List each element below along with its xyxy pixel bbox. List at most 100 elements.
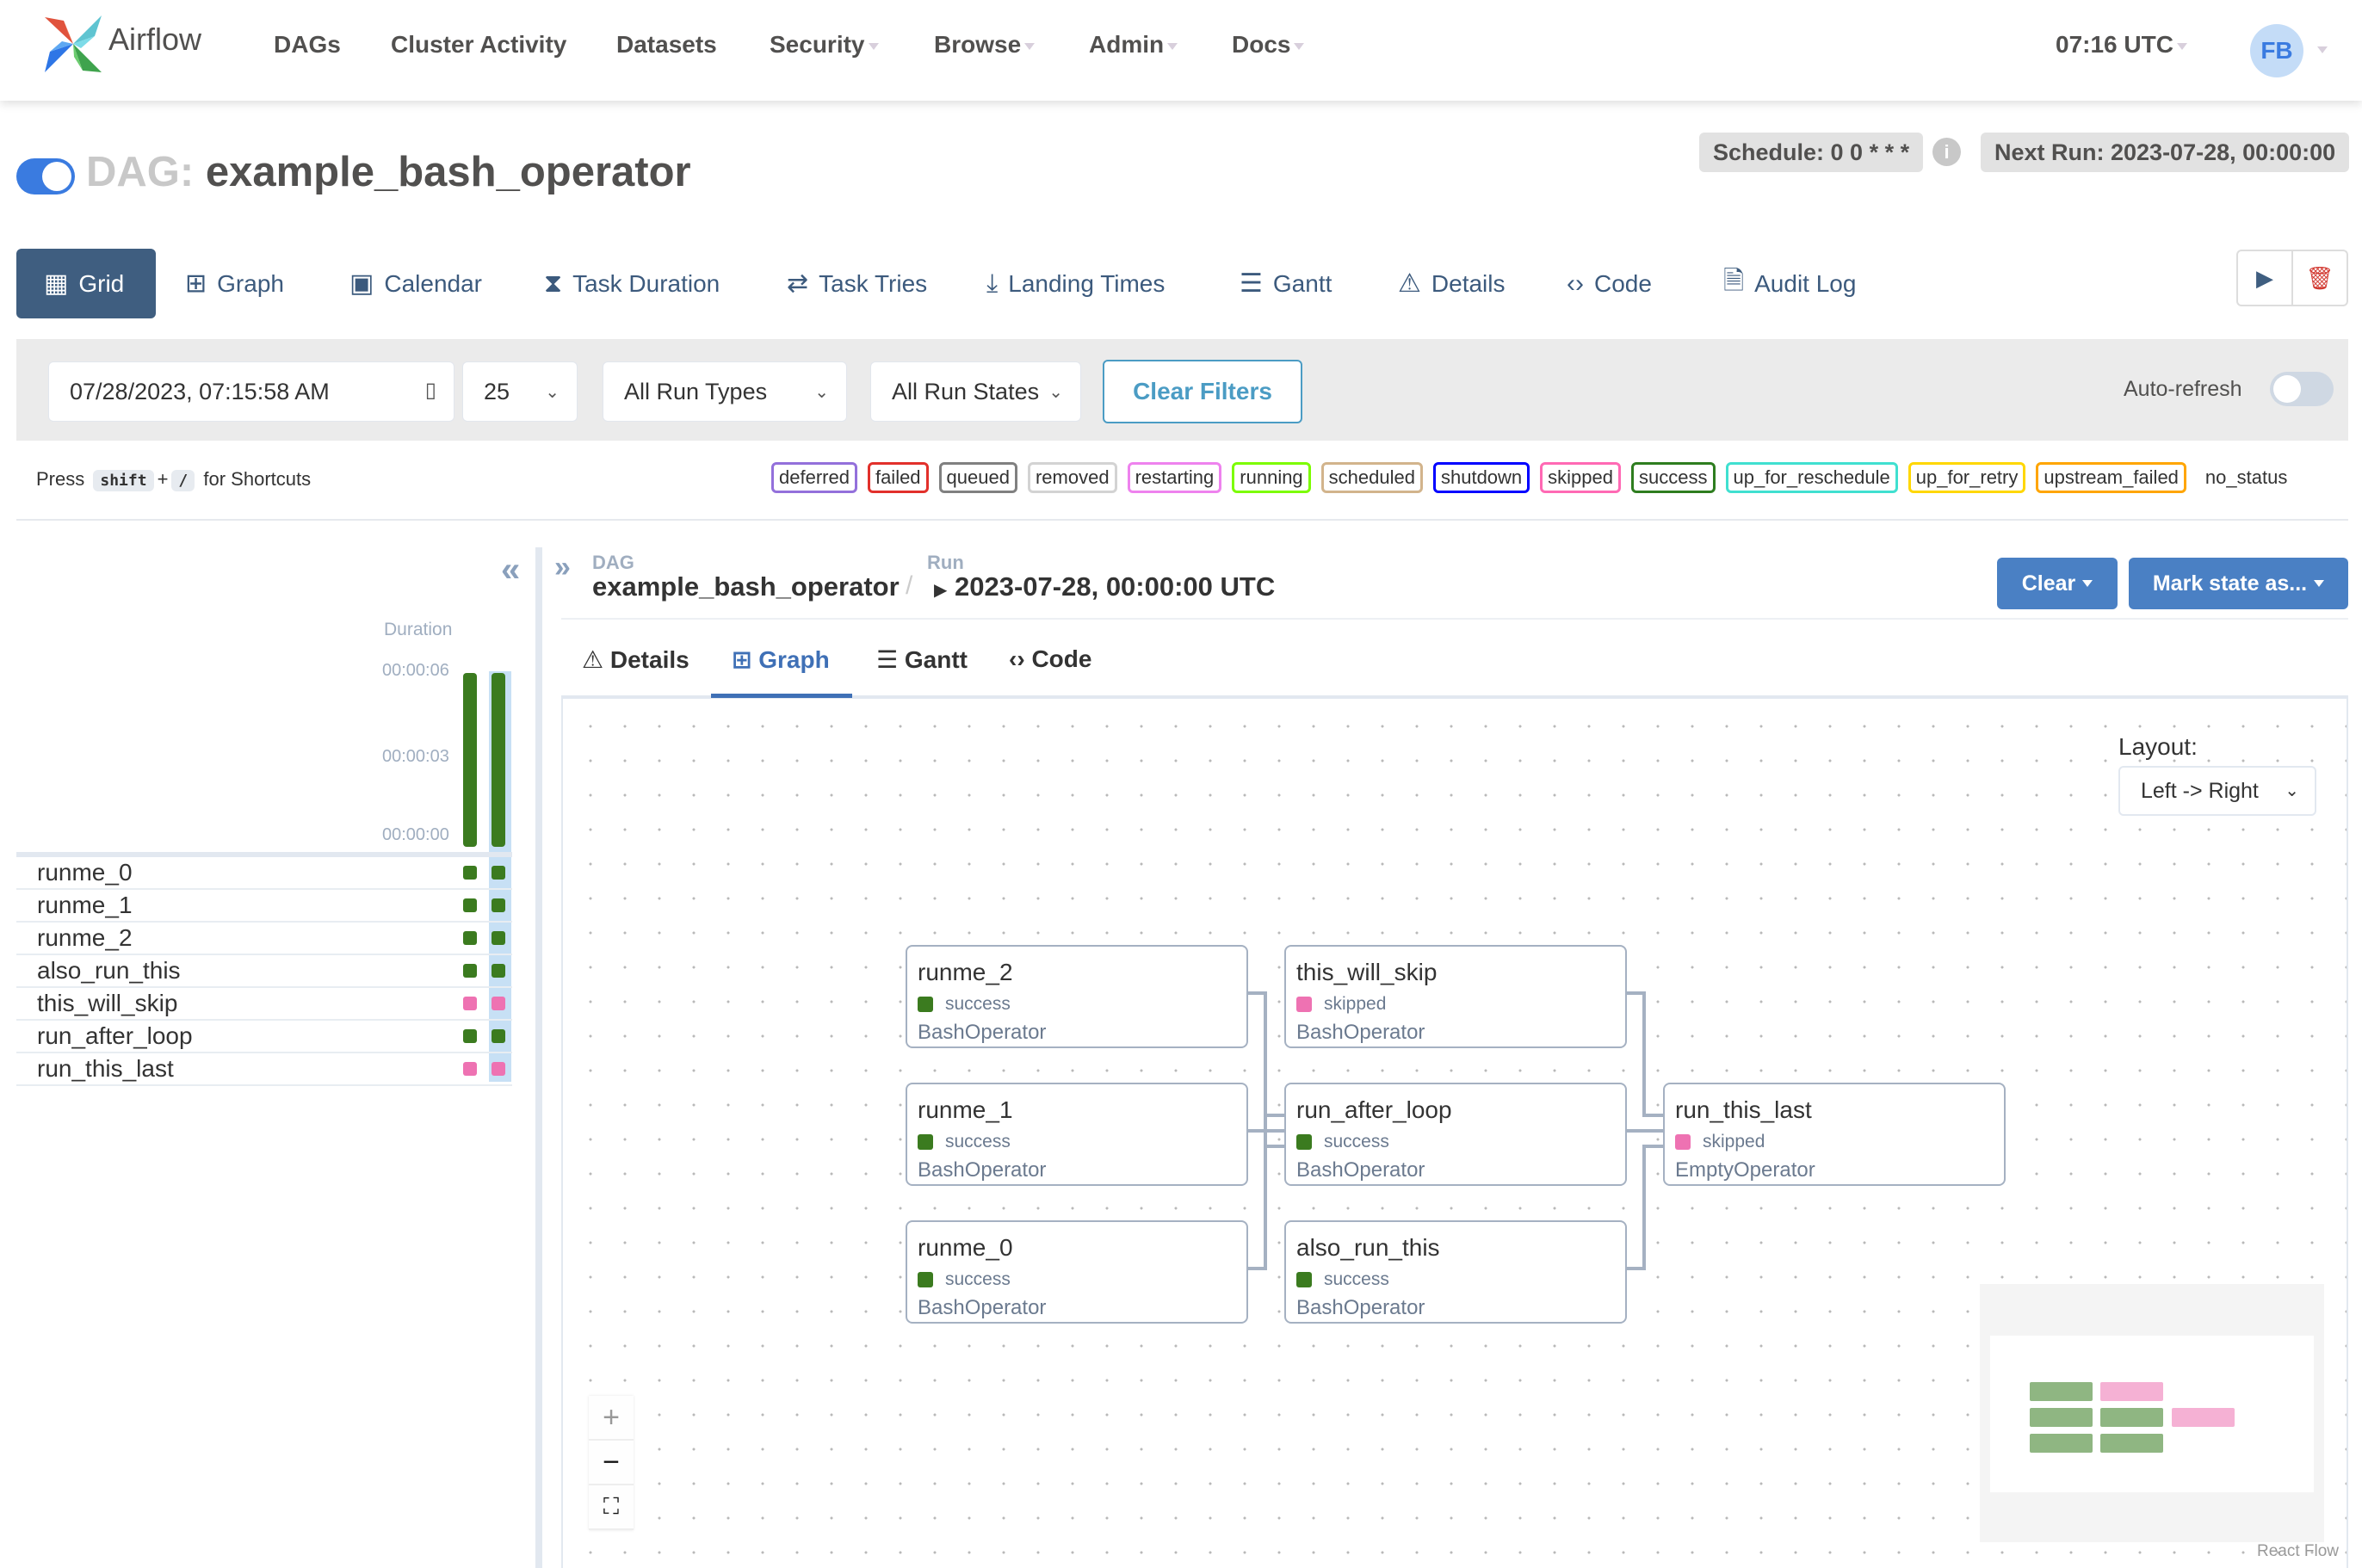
task-instance-square[interactable]	[492, 866, 505, 880]
state-pill-queued[interactable]: queued	[938, 462, 1017, 493]
num-runs-select[interactable]: 25 ⌄	[462, 361, 578, 422]
run-duration-bar[interactable]	[463, 673, 477, 847]
state-pill-upstream-failed[interactable]: upstream_failed	[2036, 462, 2186, 493]
collapse-grid-icon[interactable]: «	[501, 551, 520, 590]
node-task-id: runme_1	[918, 1096, 1013, 1123]
zoom-out-button[interactable]: −	[589, 1441, 634, 1485]
state-pill-scheduled[interactable]: scheduled	[1320, 462, 1423, 493]
mark-state-button[interactable]: Mark state as...	[2129, 558, 2348, 609]
subtab-details[interactable]: ⚠ Details	[582, 645, 689, 674]
task-row[interactable]: runme_1	[16, 890, 512, 923]
minimap[interactable]	[1980, 1284, 2324, 1542]
tab-task-tries[interactable]: ⇄ Task Tries	[776, 249, 937, 318]
calendar-icon[interactable]: ▯	[425, 378, 436, 403]
nav-docs[interactable]: Docs	[1232, 31, 1305, 59]
task-instance-square[interactable]	[492, 931, 505, 945]
user-avatar[interactable]: FB	[2250, 24, 2303, 77]
task-instance-square[interactable]	[492, 1062, 505, 1076]
trigger-dag-button[interactable]: ▶	[2238, 251, 2293, 305]
airflow-logo[interactable]: Airflow	[41, 12, 201, 76]
run-state-select[interactable]: All Run States ⌄	[870, 361, 1081, 422]
tab-gantt[interactable]: ☰ Gantt	[1229, 249, 1342, 318]
task-instance-square[interactable]	[492, 964, 505, 978]
task-instance-square[interactable]	[463, 997, 477, 1010]
task-instance-square[interactable]	[463, 898, 477, 912]
run-duration-bar[interactable]	[492, 673, 505, 847]
subtab-gantt[interactable]: ☰ Gantt	[876, 645, 968, 674]
tab-code[interactable]: ‹› Code	[1556, 249, 1662, 318]
state-pill-shutdown[interactable]: shutdown	[1432, 462, 1530, 493]
task-instance-square[interactable]	[492, 1029, 505, 1043]
graph-node[interactable]: runme_1 success BashOperator	[906, 1083, 1248, 1186]
zoom-in-button[interactable]: +	[589, 1396, 634, 1441]
state-pill-up-for-reschedule[interactable]: up_for_reschedule	[1725, 462, 1898, 493]
run-type-select[interactable]: All Run Types ⌄	[603, 361, 847, 422]
state-pill-running[interactable]: running	[1232, 462, 1311, 493]
state-pill-removed[interactable]: removed	[1027, 462, 1117, 493]
dag-id[interactable]: example_bash_operator	[206, 149, 691, 195]
task-row[interactable]: also_run_this	[16, 955, 512, 988]
state-pill-up-for-retry[interactable]: up_for_retry	[1908, 462, 2026, 493]
fit-view-button[interactable]: ⛶	[589, 1485, 634, 1530]
clear-button[interactable]: Clear	[1997, 558, 2118, 609]
task-row[interactable]: this_will_skip	[16, 988, 512, 1021]
delete-dag-button[interactable]: 🗑	[2293, 251, 2347, 305]
graph-node[interactable]: run_this_last skipped EmptyOperator	[1663, 1083, 2006, 1186]
user-menu-caret-icon[interactable]	[2317, 46, 2328, 53]
dag-pause-toggle[interactable]	[16, 158, 75, 194]
subtab-graph[interactable]: ⊞ Graph	[732, 645, 830, 674]
node-task-id: run_this_last	[1675, 1096, 1812, 1123]
tab-graph[interactable]: ⊞ Graph	[175, 249, 294, 318]
tab-calendar[interactable]: ▣ Calendar	[339, 249, 492, 318]
tab-landing-times[interactable]: ⤓ Landing Times	[976, 249, 1175, 318]
nav-dags[interactable]: DAGs	[274, 31, 341, 59]
task-instance-square[interactable]	[463, 931, 477, 945]
task-instance-square[interactable]	[463, 866, 477, 880]
breadcrumb-run[interactable]: ▶ 2023-07-28, 00:00:00 UTC	[934, 571, 1275, 602]
task-row[interactable]: run_this_last	[16, 1053, 512, 1086]
task-row[interactable]: run_after_loop	[16, 1021, 512, 1053]
auto-refresh-toggle[interactable]	[2270, 372, 2334, 406]
tab-audit-log[interactable]: 🗎 Audit Log	[1713, 249, 1866, 318]
task-instance-square[interactable]	[492, 997, 505, 1010]
nav-admin[interactable]: Admin	[1089, 31, 1178, 59]
nav-security[interactable]: Security	[770, 31, 879, 59]
tab-details[interactable]: ⚠ Details	[1388, 249, 1516, 318]
tab-task-duration[interactable]: ⧗ Task Duration	[534, 249, 730, 318]
task-row[interactable]: runme_0	[16, 857, 512, 890]
state-pill-deferred[interactable]: deferred	[771, 462, 857, 493]
state-pill-restarting[interactable]: restarting	[1127, 462, 1222, 493]
react-flow-attribution[interactable]: React Flow	[2257, 1542, 2339, 1561]
node-state: success	[945, 1132, 1011, 1151]
base-date-input[interactable]: 07/28/2023, 07:15:58 AM ▯	[48, 361, 454, 422]
nav-cluster-activity[interactable]: Cluster Activity	[391, 31, 566, 59]
info-icon[interactable]: i	[1932, 138, 1961, 166]
nav-browse[interactable]: Browse	[934, 31, 1036, 59]
timezone-menu[interactable]: 07:16 UTC	[2056, 31, 2187, 59]
expand-details-icon[interactable]: »	[554, 551, 571, 584]
nav-label: DAGs	[274, 31, 341, 58]
graph-node[interactable]: run_after_loop success BashOperator	[1284, 1083, 1627, 1186]
clear-filters-button[interactable]: Clear Filters	[1103, 360, 1302, 423]
task-instance-square[interactable]	[463, 1029, 477, 1043]
graph-canvas[interactable]: Layout: Left -> Right ⌄ runme_2 success Bas…	[561, 699, 2348, 1568]
graph-node[interactable]: also_run_this success BashOperator	[1284, 1220, 1627, 1324]
graph-edge	[1248, 1267, 1265, 1270]
task-row[interactable]: runme_2	[16, 923, 512, 955]
task-instance-square[interactable]	[463, 1062, 477, 1076]
task-instance-square[interactable]	[492, 898, 505, 912]
tab-grid[interactable]: ▦ Grid	[16, 249, 156, 318]
graph-node[interactable]: this_will_skip skipped BashOperator	[1284, 945, 1627, 1048]
task-instance-square[interactable]	[463, 964, 477, 978]
state-pill-skipped[interactable]: skipped	[1540, 462, 1622, 493]
subtab-code[interactable]: ‹› Code	[1009, 645, 1091, 673]
layout-select[interactable]: Left -> Right ⌄	[2118, 766, 2316, 816]
nav-datasets[interactable]: Datasets	[616, 31, 717, 59]
state-pill-no-status[interactable]: no_status	[2205, 466, 2287, 489]
graph-node[interactable]: runme_2 success BashOperator	[906, 945, 1248, 1048]
state-pill-failed[interactable]: failed	[867, 462, 929, 493]
panel-resize-handle[interactable]	[535, 547, 542, 1568]
graph-node[interactable]: runme_0 success BashOperator	[906, 1220, 1248, 1324]
state-pill-success[interactable]: success	[1631, 462, 1716, 493]
breadcrumb-dag[interactable]: example_bash_operator	[592, 571, 900, 602]
